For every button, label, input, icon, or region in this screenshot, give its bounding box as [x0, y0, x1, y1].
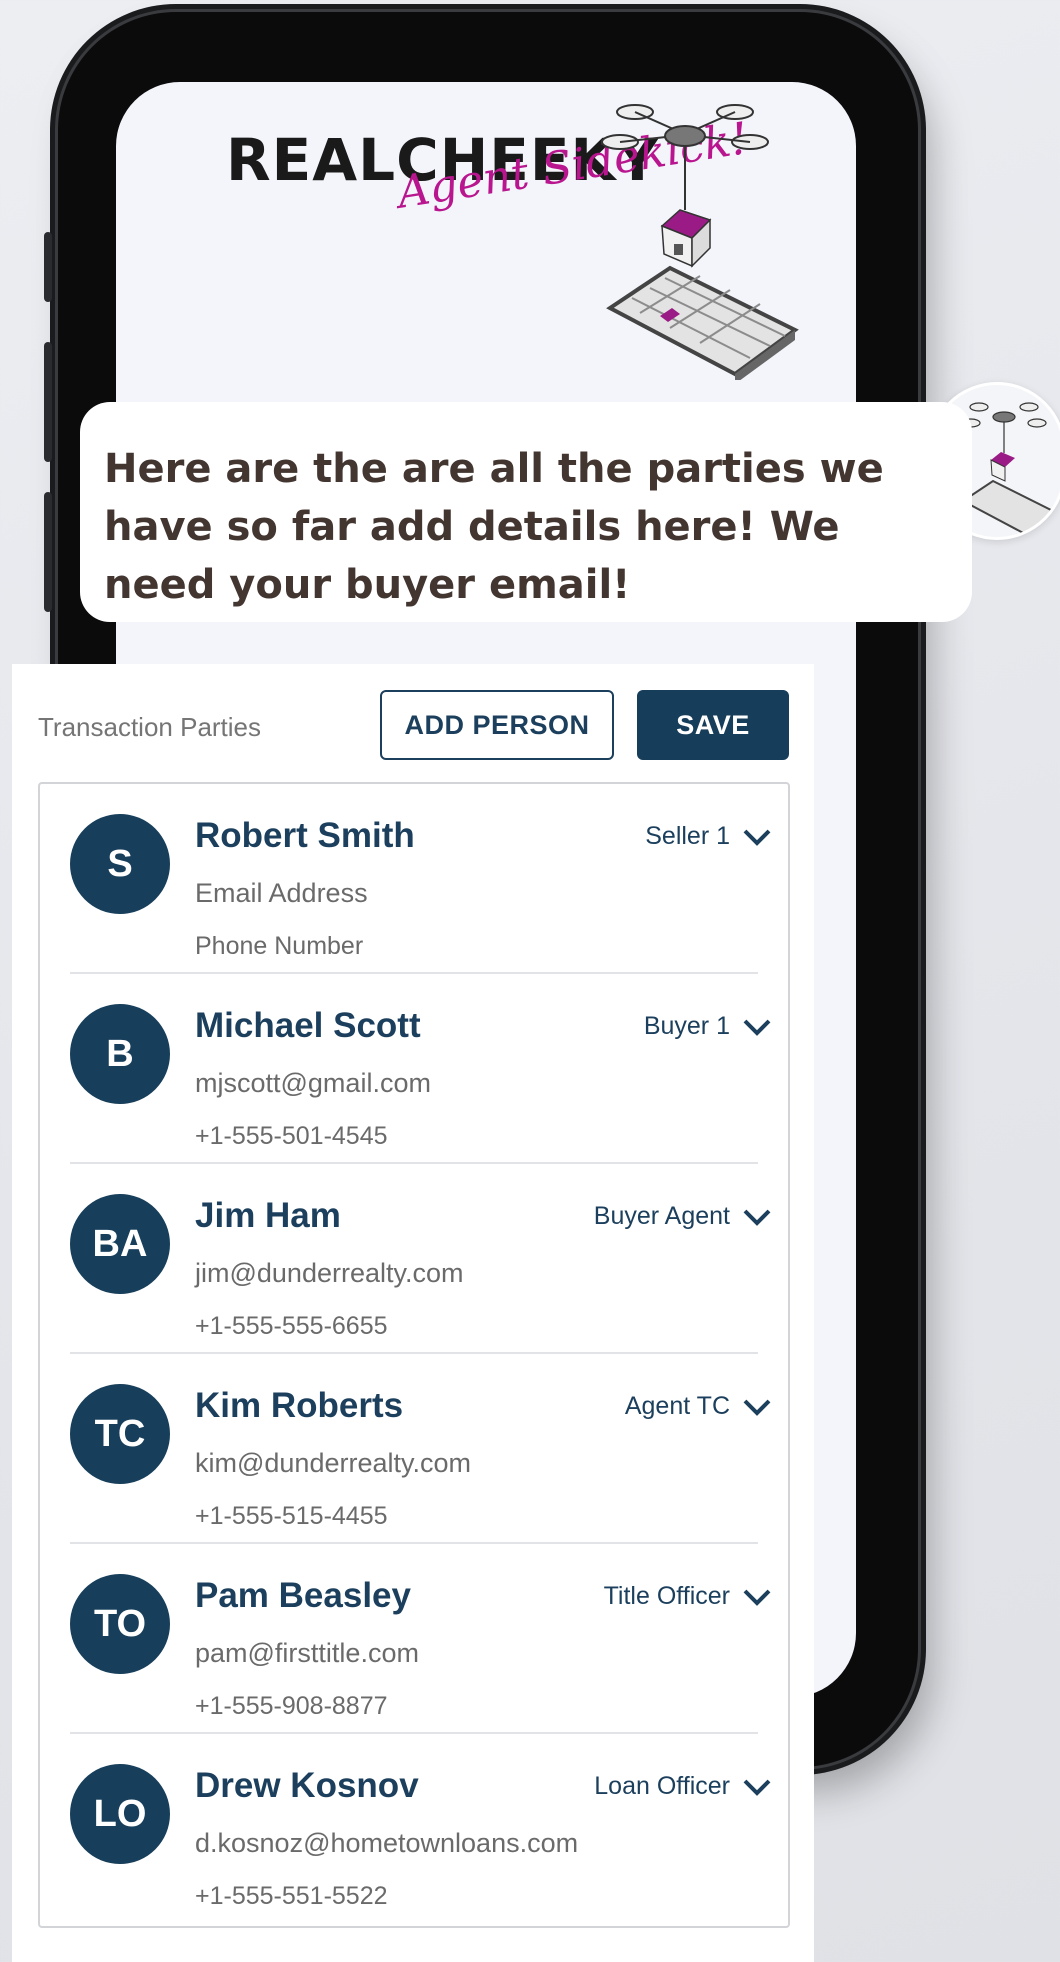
avatar: TO: [70, 1574, 170, 1674]
role-label: Title Officer: [603, 1582, 730, 1610]
chevron-down-icon: [743, 829, 771, 846]
party-row-drew-kosnov[interactable]: LO Drew Kosnov d.kosnoz@hometownloans.co…: [40, 1734, 788, 1924]
chevron-down-icon: [743, 1779, 771, 1796]
party-email[interactable]: mjscott@gmail.com: [195, 1068, 431, 1099]
chevron-down-icon: [743, 1019, 771, 1036]
party-phone[interactable]: +1-555-908-8877: [195, 1692, 388, 1721]
party-name: Robert Smith: [195, 816, 415, 855]
role-dropdown[interactable]: Title Officer: [604, 1582, 772, 1611]
party-row-jim-ham[interactable]: BA Jim Ham jim@dunderrealty.com +1-555-5…: [40, 1164, 788, 1354]
parties-list: S Robert Smith Email Address Phone Numbe…: [38, 782, 790, 1928]
transaction-parties-panel: Transaction Parties ADD PERSON SAVE S Ro…: [12, 664, 814, 1962]
panel-title: Transaction Parties: [38, 712, 262, 742]
avatar: TC: [70, 1384, 170, 1484]
party-name: Drew Kosnov: [195, 1766, 419, 1805]
avatar: B: [70, 1004, 170, 1104]
role-label: Buyer 1: [643, 1012, 730, 1040]
avatar: S: [70, 814, 170, 914]
avatar: BA: [70, 1194, 170, 1294]
avatar: LO: [70, 1764, 170, 1864]
save-button[interactable]: SAVE: [637, 690, 789, 760]
role-dropdown[interactable]: Buyer 1: [644, 1012, 772, 1041]
role-dropdown[interactable]: Buyer Agent: [594, 1202, 772, 1231]
party-row-michael-scott[interactable]: B Michael Scott mjscott@gmail.com +1-555…: [40, 974, 788, 1164]
party-row-pam-beasley[interactable]: TO Pam Beasley pam@firsttitle.com +1-555…: [40, 1544, 788, 1734]
role-dropdown[interactable]: Seller 1: [645, 822, 772, 851]
phone-volume-down-button: [44, 492, 52, 612]
assistant-message-text: Here are the are all the parties we have…: [104, 446, 884, 608]
party-name: Jim Ham: [195, 1196, 341, 1235]
party-phone[interactable]: +1-555-551-5522: [195, 1882, 388, 1911]
party-email[interactable]: kim@dunderrealty.com: [195, 1448, 471, 1479]
party-name: Michael Scott: [195, 1006, 421, 1045]
role-dropdown[interactable]: Loan Officer: [594, 1772, 772, 1801]
phone-volume-up-button: [44, 342, 52, 462]
party-row-kim-roberts[interactable]: TC Kim Roberts kim@dunderrealty.com +1-5…: [40, 1354, 788, 1544]
party-email[interactable]: pam@firsttitle.com: [195, 1638, 419, 1669]
party-email[interactable]: jim@dunderrealty.com: [195, 1258, 464, 1289]
chevron-down-icon: [743, 1589, 771, 1606]
party-name: Kim Roberts: [195, 1386, 404, 1425]
party-email[interactable]: Email Address: [195, 878, 368, 909]
party-phone[interactable]: +1-555-515-4455: [195, 1502, 388, 1531]
party-phone[interactable]: +1-555-555-6655: [195, 1312, 388, 1341]
add-person-button[interactable]: ADD PERSON: [380, 690, 614, 760]
party-phone[interactable]: +1-555-501-4545: [195, 1122, 388, 1151]
role-dropdown[interactable]: Agent TC: [625, 1392, 772, 1421]
drone-house-icon: [601, 104, 799, 380]
role-label: Seller 1: [645, 822, 730, 850]
role-label: Agent TC: [624, 1392, 730, 1420]
chevron-down-icon: [743, 1399, 771, 1416]
role-label: Buyer Agent: [593, 1202, 730, 1230]
phone-side-button: [44, 232, 52, 302]
assistant-message-bubble: Here are the are all the parties we have…: [80, 402, 972, 622]
party-name: Pam Beasley: [195, 1576, 411, 1615]
chevron-down-icon: [743, 1209, 771, 1226]
party-row-robert-smith[interactable]: S Robert Smith Email Address Phone Numbe…: [40, 784, 788, 974]
role-label: Loan Officer: [594, 1772, 730, 1800]
party-email[interactable]: d.kosnoz@hometownloans.com: [195, 1828, 578, 1859]
party-phone[interactable]: Phone Number: [195, 932, 363, 961]
